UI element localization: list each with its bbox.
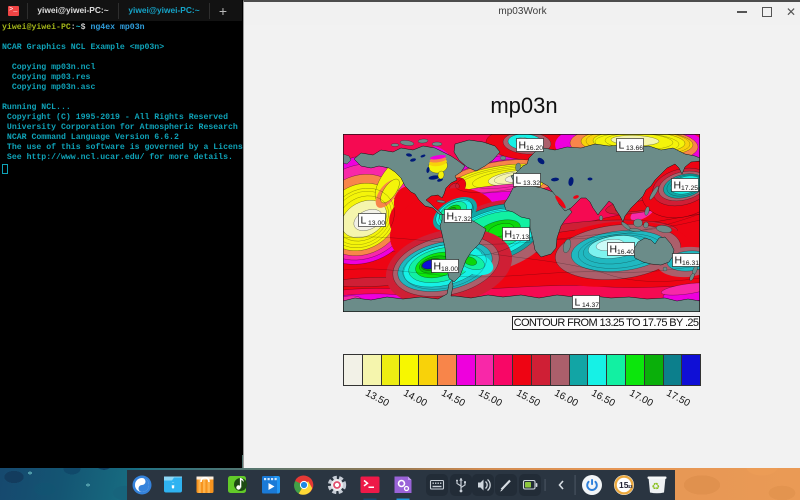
svg-text:H: H — [610, 244, 618, 256]
svg-text:43: 43 — [628, 484, 634, 489]
svg-text:13.66: 13.66 — [626, 145, 643, 152]
svg-text:H: H — [434, 261, 442, 273]
svg-text:13.32: 13.32 — [523, 180, 540, 187]
svg-text:16.31: 16.31 — [682, 260, 699, 267]
svg-text:♻: ♻ — [652, 482, 661, 493]
svg-text:13.00: 13.00 — [368, 220, 385, 227]
svg-text:L: L — [619, 140, 625, 152]
svg-text:H: H — [505, 229, 513, 241]
svg-text:L: L — [575, 297, 581, 309]
svg-text:17.32: 17.32 — [454, 216, 471, 223]
svg-text:16.40: 16.40 — [617, 249, 634, 256]
svg-text:H: H — [519, 140, 527, 152]
svg-text:L: L — [361, 215, 367, 227]
svg-text:18.00: 18.00 — [441, 266, 458, 273]
svg-text:H: H — [674, 180, 682, 192]
svg-text:17.13: 17.13 — [512, 234, 529, 241]
svg-text:H: H — [447, 211, 455, 223]
svg-text:17.25: 17.25 — [681, 185, 698, 192]
svg-text:L: L — [516, 175, 522, 187]
svg-text:H: H — [675, 255, 683, 267]
svg-text:16.20: 16.20 — [526, 145, 543, 152]
svg-text:14.37: 14.37 — [582, 302, 599, 309]
